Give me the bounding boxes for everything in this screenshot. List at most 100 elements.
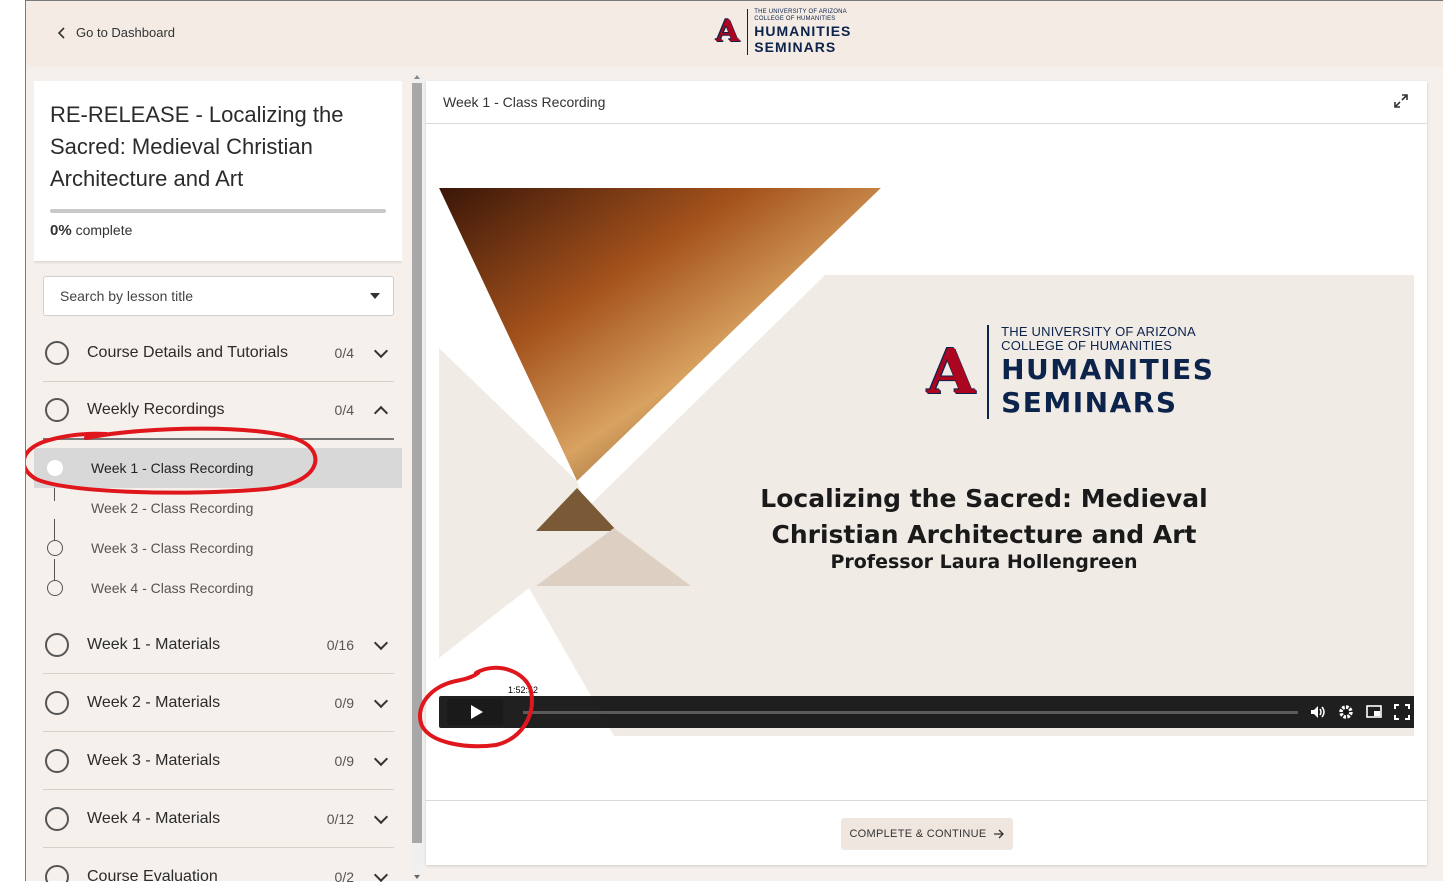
slide-title-line1: Localizing the Sacred: Medieval: [739, 481, 1229, 517]
progress-text: 0% complete: [50, 222, 132, 239]
progress-circle-icon: [45, 341, 69, 365]
lesson-header: Week 1 - Class Recording: [426, 81, 1427, 124]
section-count: 0/9: [314, 695, 354, 711]
section-count: 0/9: [314, 753, 354, 769]
slide-logo-line2: COLLEGE OF HUMANITIES: [1001, 339, 1214, 353]
app-window: Go to Dashboard A THE UNIVERSITY OF ARIZ…: [25, 0, 1443, 881]
humanities-seminars-logo[interactable]: A THE UNIVERSITY OF ARIZONA COLLEGE OF H…: [716, 9, 851, 55]
section-weekly-recordings[interactable]: Weekly Recordings 0/4: [43, 382, 394, 440]
expand-icon[interactable]: [1393, 93, 1409, 109]
slide-logo-big2: SEMINARS: [1001, 386, 1214, 419]
lesson-label: Week 2 - Class Recording: [91, 500, 253, 516]
slide-title: Localizing the Sacred: Medieval Christia…: [739, 481, 1229, 553]
section-count: 0/16: [314, 637, 354, 653]
lesson-week2-recording[interactable]: Week 2 - Class Recording: [34, 488, 402, 528]
course-sidebar: RE-RELEASE - Localizing the Sacred: Medi…: [34, 81, 402, 882]
lesson-content: Week 1 - Class Recording: [426, 81, 1427, 865]
section-course-evaluation[interactable]: Course Evaluation 0/2: [43, 848, 394, 882]
section-count: 0/4: [314, 345, 354, 361]
search-placeholder: Search by lesson title: [60, 288, 193, 304]
video-player[interactable]: A THE UNIVERSITY OF ARIZONA COLLEGE OF H…: [439, 188, 1414, 736]
course-title: RE-RELEASE - Localizing the Sacred: Medi…: [50, 99, 386, 195]
progress-percent: 0%: [50, 222, 72, 239]
go-to-dashboard-link[interactable]: Go to Dashboard: [58, 25, 175, 40]
lesson-week3-recording[interactable]: Week 3 - Class Recording: [34, 528, 402, 568]
progress-circle-icon: [45, 865, 69, 882]
picture-in-picture-icon[interactable]: [1365, 703, 1383, 721]
play-icon: [471, 705, 483, 719]
volume-icon[interactable]: [1309, 703, 1327, 721]
caret-down-icon: [370, 293, 380, 299]
section-count: 0/12: [314, 811, 354, 827]
university-a-logo-icon: A: [716, 17, 739, 47]
slide-logo-big1: HUMANITIES: [1001, 353, 1214, 386]
section-label: Week 2 - Materials: [87, 694, 314, 712]
progress-circle-icon: [45, 807, 69, 831]
section-course-details[interactable]: Course Details and Tutorials 0/4: [43, 324, 394, 382]
progress-circle-icon: [45, 749, 69, 773]
progress-circle-icon: [45, 398, 69, 422]
player-controls: 1:52:52: [439, 696, 1414, 728]
section-week4-materials[interactable]: Week 4 - Materials 0/12: [43, 790, 394, 848]
go-to-dashboard-label: Go to Dashboard: [76, 25, 175, 40]
slide-title-line2: Christian Architecture and Art: [739, 517, 1229, 553]
section-label: Week 1 - Materials: [87, 636, 314, 654]
lesson-status-icon: [47, 460, 63, 476]
fullscreen-icon[interactable]: [1393, 703, 1411, 721]
chevron-down-icon: [374, 867, 388, 881]
section-count: 0/2: [314, 869, 354, 882]
lesson-search-dropdown[interactable]: Search by lesson title: [43, 276, 394, 316]
top-bar: Go to Dashboard A THE UNIVERSITY OF ARIZ…: [26, 1, 1443, 67]
lesson-status-icon: [47, 580, 63, 596]
scroll-down-icon[interactable]: [414, 875, 420, 879]
section-label: Course Evaluation: [87, 868, 314, 882]
course-title-card: RE-RELEASE - Localizing the Sacred: Medi…: [34, 81, 402, 261]
section-week1-materials[interactable]: Week 1 - Materials 0/16: [43, 616, 394, 674]
gear-icon[interactable]: [1337, 703, 1355, 721]
chevron-down-icon: [374, 751, 388, 765]
progress-circle-icon: [45, 691, 69, 715]
lesson-status-icon: [47, 540, 63, 556]
logo-big1: HUMANITIES: [754, 23, 851, 39]
chevron-up-icon: [374, 406, 388, 420]
section-label: Week 3 - Materials: [87, 752, 314, 770]
lesson-label: Week 1 - Class Recording: [91, 460, 253, 476]
video-duration: 1:52:52: [505, 684, 541, 696]
chevron-left-icon: [58, 27, 66, 39]
section-label: Weekly Recordings: [87, 401, 314, 419]
seek-bar[interactable]: [523, 711, 1298, 714]
lesson-week1-recording[interactable]: Week 1 - Class Recording: [34, 448, 402, 488]
progress-suffix: complete: [72, 222, 133, 238]
lesson-label: Week 4 - Class Recording: [91, 580, 253, 596]
lesson-footer: COMPLETE & CONTINUE: [426, 800, 1427, 865]
chevron-down-icon: [374, 635, 388, 649]
lesson-title: Week 1 - Class Recording: [443, 94, 605, 110]
slide-logo: A THE UNIVERSITY OF ARIZONA COLLEGE OF H…: [927, 325, 1214, 419]
progress-bar: [50, 209, 386, 213]
lesson-week4-recording[interactable]: Week 4 - Class Recording: [34, 568, 402, 608]
lesson-label: Week 3 - Class Recording: [91, 540, 253, 556]
arrow-right-icon: [993, 829, 1005, 839]
progress-circle-icon: [45, 633, 69, 657]
play-button[interactable]: [447, 699, 503, 725]
slide-logo-line1: THE UNIVERSITY OF ARIZONA: [1001, 325, 1214, 339]
sidebar-scrollbar[interactable]: [411, 75, 423, 875]
section-label: Course Details and Tutorials: [87, 344, 314, 362]
section-week3-materials[interactable]: Week 3 - Materials 0/9: [43, 732, 394, 790]
section-count: 0/4: [314, 402, 354, 418]
scrollbar-thumb[interactable]: [412, 83, 422, 843]
chevron-down-icon: [374, 693, 388, 707]
slide-subtitle: Professor Laura Hollengreen: [739, 551, 1229, 573]
chevron-down-icon: [374, 343, 388, 357]
section-week2-materials[interactable]: Week 2 - Materials 0/9: [43, 674, 394, 732]
section-label: Week 4 - Materials: [87, 810, 314, 828]
university-a-logo-icon: A: [927, 341, 975, 403]
logo-big2: SEMINARS: [754, 39, 851, 55]
logo-line1: THE UNIVERSITY OF ARIZONA: [754, 9, 851, 16]
chevron-down-icon: [374, 809, 388, 823]
scroll-up-icon[interactable]: [414, 75, 420, 79]
complete-and-continue-button[interactable]: COMPLETE & CONTINUE: [841, 818, 1013, 850]
slide-artwork: [439, 188, 1414, 736]
continue-label: COMPLETE & CONTINUE: [849, 828, 986, 840]
logo-line2: COLLEGE OF HUMANITIES: [754, 16, 851, 23]
